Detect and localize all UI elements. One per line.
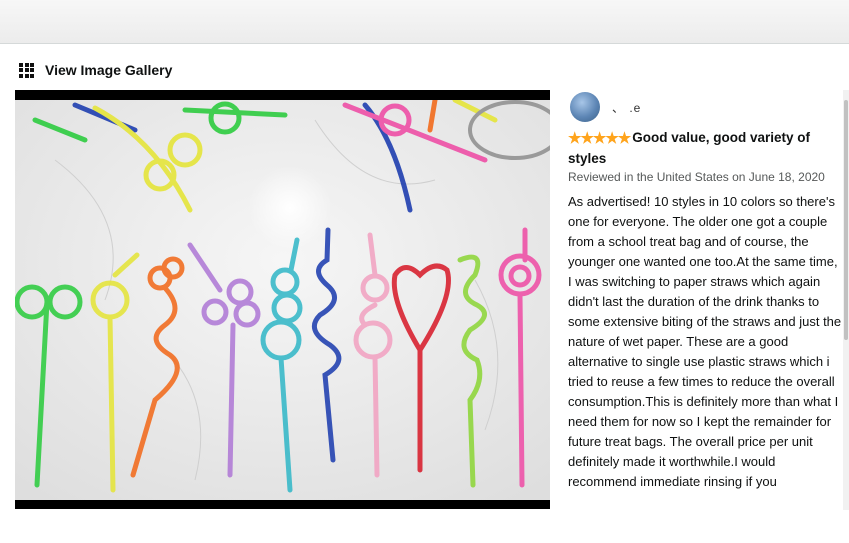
scrollbar-thumb[interactable] xyxy=(844,100,848,340)
avatar[interactable] xyxy=(570,92,600,122)
review-date: Reviewed in the United States on June 18… xyxy=(568,170,825,184)
review-title-row: ★★★★★ Good value, good variety of styles xyxy=(568,128,842,169)
review-scrollbar[interactable] xyxy=(843,90,849,510)
review-panel: 、 .e ★★★★★ Good value, good variety of st… xyxy=(567,90,843,510)
reviewer-name[interactable]: 、 .e xyxy=(612,99,641,116)
grid-icon xyxy=(19,62,34,78)
view-image-gallery-link[interactable]: View Image Gallery xyxy=(19,60,172,80)
review-photo[interactable] xyxy=(15,90,550,509)
straws-photo-image xyxy=(15,100,550,500)
reviewer-profile[interactable]: 、 .e xyxy=(570,92,641,122)
star-rating-icon[interactable]: ★★★★★ xyxy=(568,129,631,149)
gallery-label: View Image Gallery xyxy=(45,62,173,78)
review-body: As advertised! 10 styles in 10 colors so… xyxy=(568,194,842,489)
top-bar xyxy=(0,0,849,44)
